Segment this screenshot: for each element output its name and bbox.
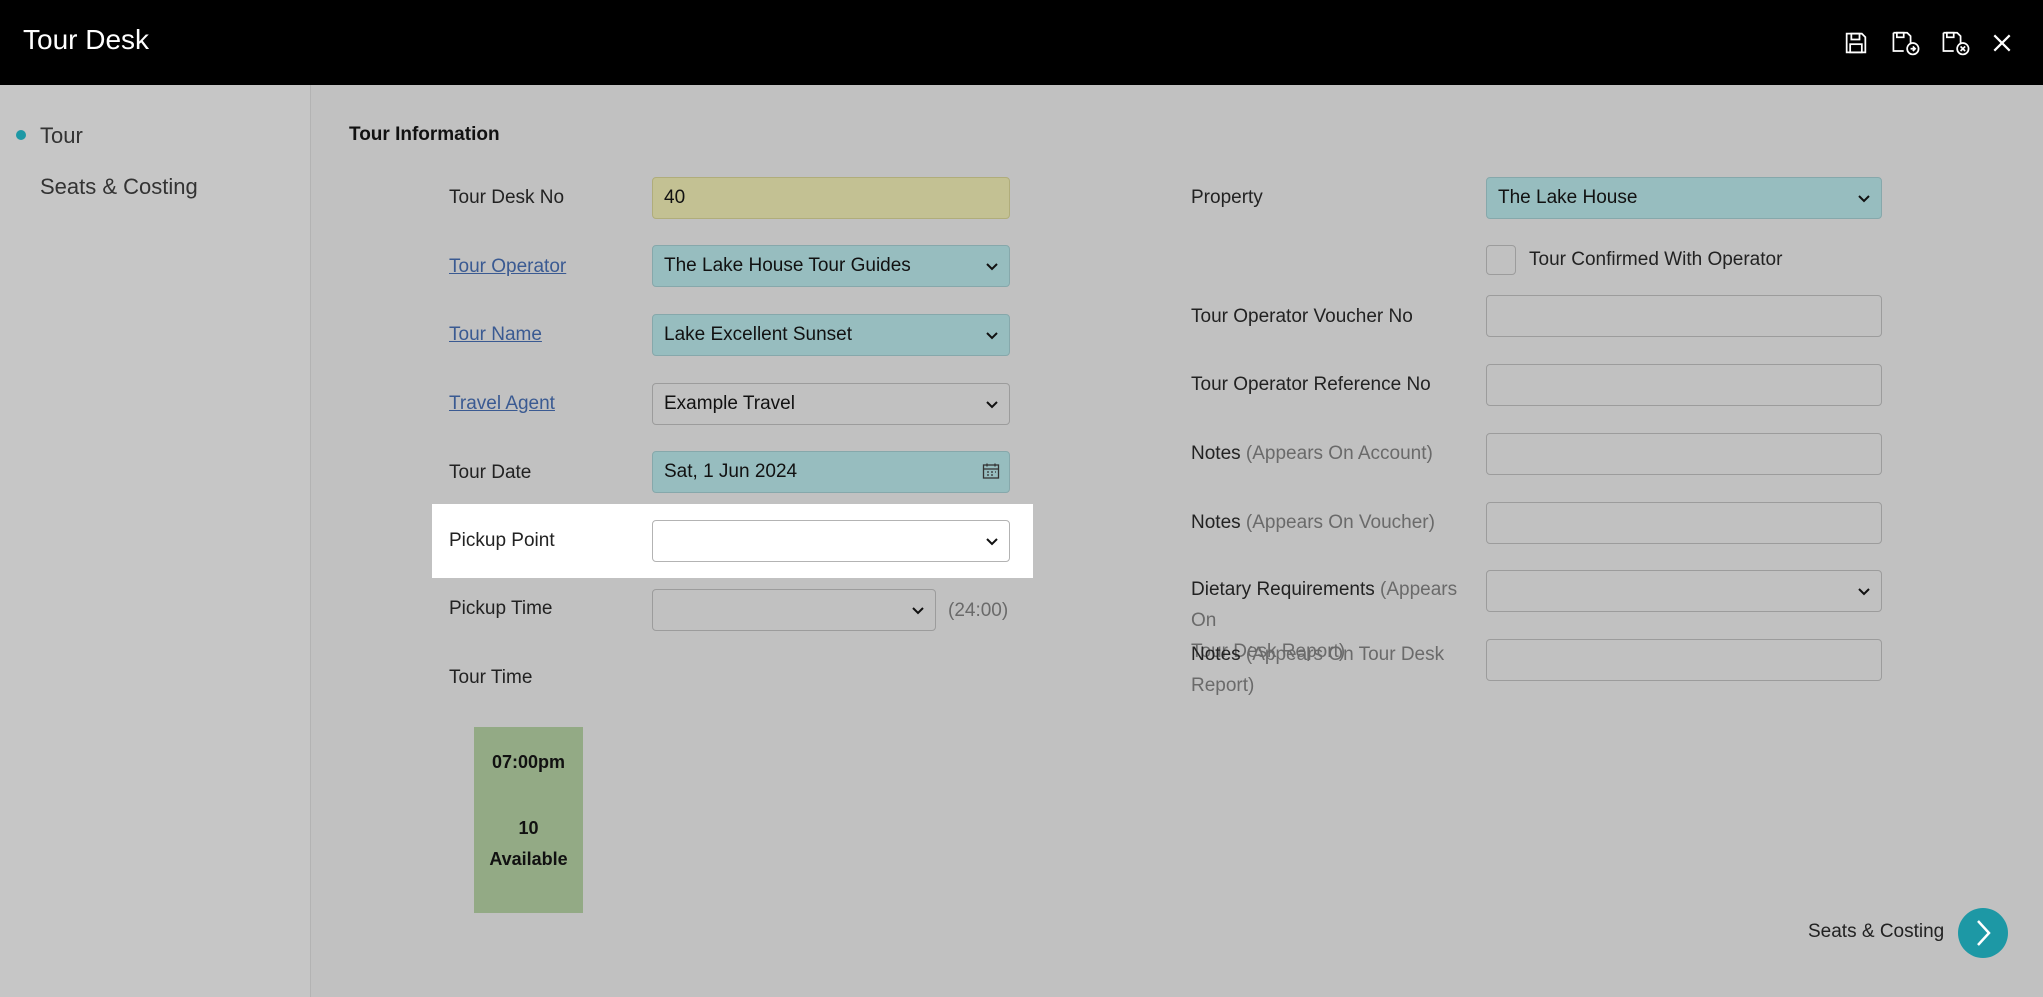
pickup-time-label: Pickup Time	[449, 598, 553, 619]
travel-agent-link[interactable]: Travel Agent	[449, 393, 555, 415]
dietary-select[interactable]	[1486, 570, 1882, 612]
property-label: Property	[1191, 187, 1263, 208]
notes-voucher-field[interactable]	[1486, 502, 1882, 544]
notes-voucher-label: Notes (Appears On Voucher)	[1191, 512, 1435, 534]
notes-report-field[interactable]	[1486, 639, 1882, 681]
close-icon[interactable]	[1985, 26, 2019, 60]
notes-account-hint: (Appears On Account)	[1245, 443, 1433, 464]
save-icon[interactable]	[1839, 26, 1873, 60]
next-section-button[interactable]	[1958, 908, 2008, 958]
notes-report-label-text: Notes	[1191, 644, 1241, 665]
travel-agent-value: Example Travel	[664, 393, 795, 414]
tour-operator-link[interactable]: Tour Operator	[449, 256, 566, 278]
tour-desk-no-label: Tour Desk No	[449, 187, 565, 208]
tour-date-value: Sat, 1 Jun 2024	[664, 461, 798, 482]
pickup-point-label: Pickup Point	[449, 530, 555, 551]
tour-name-value: Lake Excellent Sunset	[664, 324, 853, 345]
chevron-right-icon	[1977, 920, 1991, 946]
travel-agent-select[interactable]: Example Travel	[652, 383, 1010, 425]
notes-report-label: Notes (Appears On Tour Desk Report)	[1191, 639, 1481, 701]
property-value: The Lake House	[1498, 187, 1638, 208]
tour-time-slot-time: 07:00pm	[491, 752, 566, 772]
sidebar-item-seats-costing[interactable]: Seats & Costing	[40, 174, 198, 200]
tour-confirmed-label: Tour Confirmed With Operator	[1529, 249, 1783, 270]
tour-time-slot-count: 10	[518, 818, 539, 838]
voucher-no-label: Tour Operator Voucher No	[1191, 306, 1413, 327]
section-title: Tour Information	[349, 124, 500, 145]
reference-no-field[interactable]	[1486, 364, 1882, 406]
tour-desk-no-value: 40	[664, 187, 686, 208]
tour-desk-no-field[interactable]: 40	[652, 177, 1010, 219]
notes-account-label-text: Notes	[1191, 443, 1241, 464]
notes-account-field[interactable]	[1486, 433, 1882, 475]
voucher-no-field[interactable]	[1486, 295, 1882, 337]
pickup-point-select[interactable]	[652, 520, 1010, 562]
chevron-down-icon	[986, 401, 998, 409]
sidebar-item-tour[interactable]: Tour	[40, 123, 83, 149]
tour-time-label: Tour Time	[449, 667, 533, 688]
tour-operator-select[interactable]: The Lake House Tour Guides	[652, 245, 1010, 287]
notes-account-label: Notes (Appears On Account)	[1191, 443, 1433, 465]
notes-voucher-label-text: Notes	[1191, 512, 1241, 533]
tour-operator-value: The Lake House Tour Guides	[664, 255, 911, 276]
tour-confirmed-checkbox[interactable]	[1486, 245, 1516, 275]
chevron-down-icon	[986, 263, 998, 271]
reference-no-label: Tour Operator Reference No	[1191, 374, 1431, 395]
notes-report-hint-line2: Report)	[1191, 675, 1255, 696]
title-bar: Tour Desk	[0, 0, 2043, 85]
save-new-icon[interactable]	[1889, 26, 1923, 60]
property-select[interactable]: The Lake House	[1486, 177, 1882, 219]
tour-time-slot[interactable]: 07:00pm 10 Available	[474, 727, 583, 913]
tour-time-slot-status: Available	[489, 849, 568, 869]
chevron-down-icon	[1858, 195, 1870, 203]
tour-date-field[interactable]: Sat, 1 Jun 2024	[652, 451, 1010, 493]
tour-date-label: Tour Date	[449, 462, 532, 483]
chevron-down-icon	[986, 538, 998, 546]
pickup-time-format-hint: (24:00)	[948, 600, 1009, 621]
active-indicator-icon	[16, 130, 26, 140]
dietary-label-text: Dietary Requirements	[1191, 579, 1375, 600]
chevron-down-icon	[912, 607, 924, 615]
chevron-down-icon	[986, 332, 998, 340]
sidebar: Tour Seats & Costing	[0, 85, 311, 997]
save-close-icon[interactable]	[1939, 26, 1973, 60]
chevron-down-icon	[1858, 588, 1870, 596]
notes-report-hint-line1: (Appears On Tour Desk	[1245, 644, 1445, 665]
calendar-icon[interactable]	[982, 462, 1000, 480]
tour-name-select[interactable]: Lake Excellent Sunset	[652, 314, 1010, 356]
app-title: Tour Desk	[23, 24, 150, 55]
tour-name-link[interactable]: Tour Name	[449, 324, 542, 346]
next-section-label: Seats & Costing	[1808, 921, 1945, 942]
pickup-time-select[interactable]	[652, 589, 936, 631]
notes-voucher-hint: (Appears On Voucher)	[1245, 512, 1435, 533]
